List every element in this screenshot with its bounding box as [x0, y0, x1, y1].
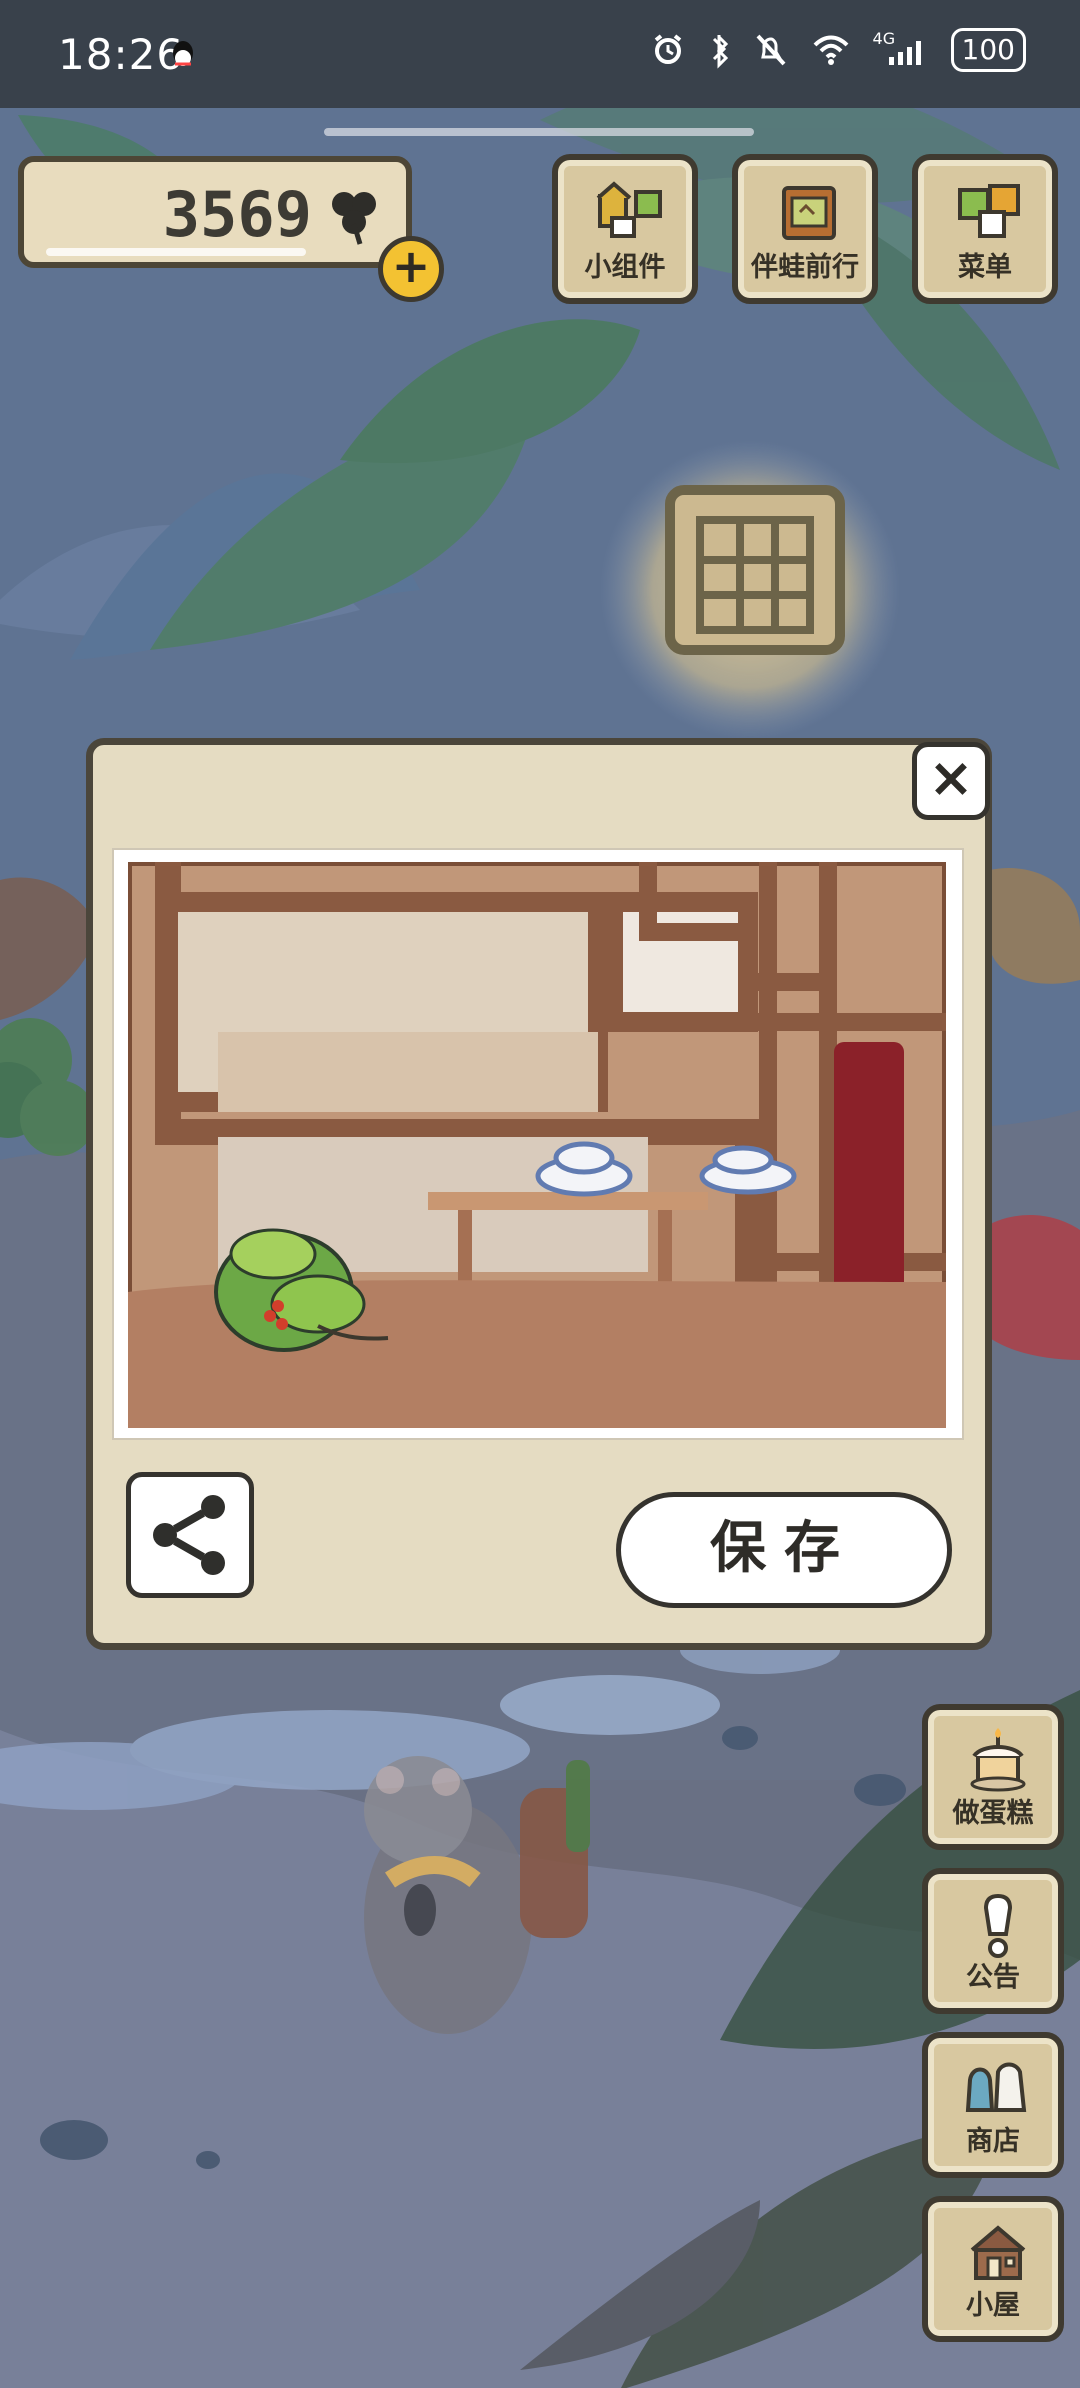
photo-illustration	[128, 862, 946, 1428]
widget-icon	[596, 181, 662, 238]
travel-label: 伴蛙前行	[751, 252, 859, 283]
share-button[interactable]	[126, 1472, 254, 1598]
cellular-indicator: 4G	[873, 29, 929, 69]
qq-icon	[173, 41, 193, 66]
house-button[interactable]: 小屋	[922, 2196, 1064, 2342]
travel-button[interactable]: 伴蛙前行	[732, 154, 878, 304]
make-cake-label: 做蛋糕	[952, 1798, 1034, 1829]
clover-balance: 3569	[18, 156, 412, 268]
share-icon	[153, 1495, 225, 1575]
save-button[interactable]: 保存	[616, 1492, 952, 1608]
shop-button[interactable]: 商店	[922, 2032, 1064, 2178]
wifi-icon	[813, 35, 848, 65]
bluetooth-icon	[712, 35, 728, 69]
travel-book-icon	[782, 186, 836, 240]
close-button[interactable]: ×	[912, 742, 990, 820]
drawer-handle	[324, 128, 754, 136]
menu-button[interactable]: 菜单	[912, 154, 1058, 304]
alarm-icon	[654, 34, 681, 64]
photo-frame	[112, 848, 964, 1440]
status-bar: 18:26 4G 100	[0, 0, 1080, 108]
menu-label: 菜单	[958, 252, 1012, 283]
add-clover-button[interactable]: +	[378, 236, 444, 302]
frog-photo	[128, 862, 946, 1428]
clover-icon	[332, 192, 376, 245]
make-cake-button[interactable]: 做蛋糕	[922, 1704, 1064, 1850]
menu-cards-icon	[958, 184, 1020, 238]
widget-label: 小组件	[584, 252, 666, 283]
clover-underline	[46, 248, 306, 256]
notice-button[interactable]: 公告	[922, 1868, 1064, 2014]
status-icons: 4G 100	[649, 28, 1026, 72]
muted-bell-icon	[756, 34, 786, 66]
widget-button[interactable]: 小组件	[552, 154, 698, 304]
signal-icon	[888, 41, 921, 65]
clover-count: 3569	[162, 178, 312, 251]
battery-indicator: 100	[950, 28, 1026, 72]
house-label: 小屋	[966, 2290, 1020, 2321]
shop-label: 商店	[966, 2126, 1020, 2157]
notice-label: 公告	[966, 1962, 1020, 1993]
